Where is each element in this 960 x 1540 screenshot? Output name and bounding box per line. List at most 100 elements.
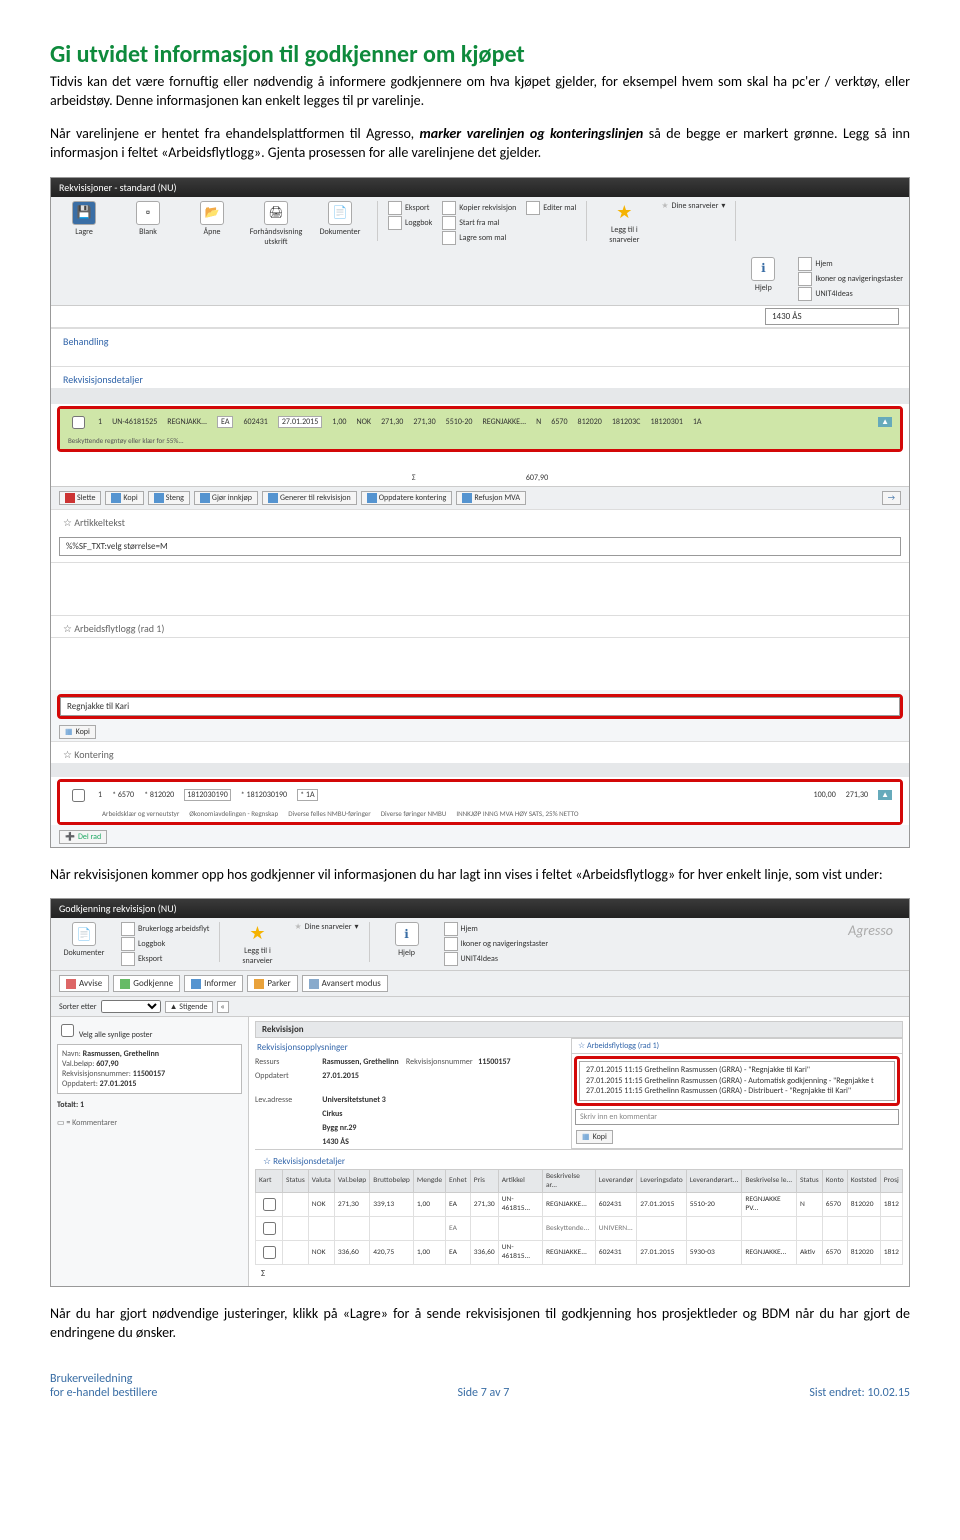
table-row[interactable]: NOK271,30339,131,00EA271,30UN-461815...R… — [256, 1192, 903, 1216]
rekvisisjon-header: Rekvisisjon — [255, 1021, 903, 1038]
expand-icon[interactable]: ▲ — [878, 790, 892, 800]
save-icon: 💾 — [72, 201, 96, 225]
velg-alle-checkbox[interactable]: Velg alle synlige poster — [57, 1030, 152, 1040]
documents-icon: 📄 — [328, 201, 352, 225]
legg-til-snarvei-button-2[interactable]: ★Legg til i snarveier — [230, 922, 284, 966]
del-rad-button[interactable]: ➕Del rad — [59, 830, 107, 844]
delete-icon — [65, 493, 75, 503]
home-icon — [444, 922, 458, 936]
editer-mal-button[interactable]: Editer mal — [526, 201, 576, 215]
ikoner-button[interactable]: Ikoner og navigeringstaster — [798, 272, 903, 286]
open-icon: 📂 — [200, 201, 224, 225]
paragraph-1: Tidvis kan det være fornuftig eller nødv… — [50, 73, 910, 111]
window-title-2: Godkjenning rekvisisjon (NU) — [51, 899, 909, 918]
idea-icon — [798, 287, 812, 301]
refusjon-button[interactable]: Refusjon MVA — [456, 491, 526, 505]
gjor-innkjop-button[interactable]: Gjør innkjøp — [194, 491, 258, 505]
hjelp-button[interactable]: ℹHjelp — [736, 257, 790, 301]
userlog-icon — [121, 922, 135, 936]
expand-icon[interactable]: ▲ — [878, 417, 892, 427]
row-checkbox[interactable] — [72, 416, 85, 429]
kontering-checkbox[interactable] — [72, 789, 85, 802]
idea-icon — [444, 952, 458, 966]
hjelp-button-2[interactable]: ℹHjelp — [380, 922, 434, 966]
slette-button[interactable]: Slette — [59, 491, 101, 505]
ikoner-button-2[interactable]: Ikoner og navigeringstaster — [444, 937, 549, 951]
screenshot-rekvisisjon: Rekvisisjoner - standard (NU) 💾Lagre ▫Bl… — [50, 177, 910, 848]
dine-snarveier-button[interactable]: ★ Dine snarveier ▾ — [661, 201, 725, 211]
address-field: 1430 ÅS — [765, 308, 899, 325]
unit4-button[interactable]: UNIT4Ideas — [798, 287, 903, 301]
section-rekvisisjonsdetaljer: Rekvisisjonsdetaljer — [51, 366, 909, 388]
highlighted-kontering: 1 * 6570 * 812020 1812030190 * 181203019… — [57, 779, 903, 825]
screenshot-godkjenning: Godkjenning rekvisisjon (NU) 📄Dokumenter… — [50, 898, 910, 1286]
brukerlogg-button[interactable]: Brukerlogg arbeidsflyt — [121, 922, 209, 936]
arrow-right-button[interactable]: → — [882, 491, 901, 505]
sort-dir-button[interactable]: ▲ Stigende — [165, 1001, 213, 1013]
export-icon — [121, 952, 135, 966]
paragraph-2: Når varelinjene er hentet fra ehandelspl… — [50, 125, 910, 163]
kopi-button-2[interactable]: ▦Kopi — [59, 725, 96, 739]
hjem-button[interactable]: Hjem — [798, 257, 903, 271]
copy-icon: ▦ — [65, 727, 73, 737]
page-footer: Brukerveiledningfor e-handel bestillere … — [50, 1372, 910, 1400]
rekvisisjonsopplysninger-label: Rekvisisjonsopplysninger — [255, 1038, 561, 1057]
oppdater-button[interactable]: Oppdatere kontering — [361, 491, 453, 505]
informer-button[interactable]: Informer — [184, 975, 243, 992]
blank-icon: ▫ — [136, 201, 160, 225]
lagre-button[interactable]: 💾Lagre — [57, 201, 111, 237]
dokumenter-button[interactable]: 📄Dokumenter — [313, 201, 367, 237]
varelinje-row[interactable]: 1 UN-46181525 REGNJAKK... EA 602431 27.0… — [60, 409, 900, 436]
loggbok-button-2[interactable]: Loggbok — [121, 937, 209, 951]
dine-snarveier-2[interactable]: ★ Dine snarveier ▾ — [294, 922, 358, 932]
detail-table: KartStatusValutaVal.beløpBruttobeløpMeng… — [255, 1169, 903, 1265]
parker-button[interactable]: Parker — [247, 975, 297, 992]
generer-button[interactable]: Generer til rekvisisjon — [262, 491, 357, 505]
kopi-button[interactable]: Kopi — [105, 491, 143, 505]
table-row[interactable]: NOK336,60420,751,00EA336,60UN-461815...R… — [256, 1240, 903, 1264]
unit4-button-2[interactable]: UNIT4Ideas — [444, 952, 549, 966]
update-icon — [367, 493, 377, 503]
hjem-button-2[interactable]: Hjem — [444, 922, 549, 936]
collapse-button[interactable]: « — [217, 1001, 229, 1013]
section-arbeidsflytlogg: ☆ Arbeidsflytlogg (rad 1) — [51, 615, 909, 637]
blank-button[interactable]: ▫Blank — [121, 201, 175, 237]
eksport-button-2[interactable]: Eksport — [121, 952, 209, 966]
avvise-button[interactable]: Avvise — [59, 975, 109, 992]
copy-icon: ▦ — [582, 1132, 590, 1142]
sum-row: Σ 607,90 — [51, 470, 909, 486]
sorter-select[interactable] — [101, 1000, 161, 1013]
agresso-logo: Agresso — [848, 922, 903, 966]
purchase-icon — [200, 493, 210, 503]
arbeidsflyt-input[interactable]: Regnjakke til Kari — [60, 697, 900, 716]
legg-til-snarvei-button[interactable]: ★Legg til i snarveier — [597, 201, 651, 245]
kontering-subtitle: Arbeidsklær og verneutstyr Økonomiavdeli… — [60, 809, 900, 822]
keyboard-icon — [798, 272, 812, 286]
kommentarer-legend: ▭ = Kommentarer — [57, 1118, 242, 1128]
artikkeltekst-input[interactable]: %%SF_TXT:velg størrelse=M — [59, 537, 901, 556]
apne-button[interactable]: 📂Åpne — [185, 201, 239, 237]
forhandsvisning-button[interactable]: 🖨Forhåndsvisning utskrift — [249, 201, 303, 247]
kopier-rekvisisjon-button[interactable]: Kopier rekvisisjon — [442, 201, 516, 215]
eksport-button[interactable]: Eksport — [388, 201, 432, 215]
kontering-row[interactable]: 1 * 6570 * 812020 1812030190 * 181203019… — [60, 782, 900, 809]
arbeidsflytlogg-header: ☆ Arbeidsflytlogg (rad 1) — [572, 1039, 902, 1054]
kommentar-input[interactable]: Skriv inn en kommentar — [575, 1109, 899, 1125]
start-fra-mal-button[interactable]: Start fra mal — [442, 216, 516, 230]
loggbok-button[interactable]: Loggbok — [388, 216, 432, 230]
section-behandling: Behandling — [51, 328, 909, 350]
row-2-faded — [51, 454, 909, 470]
kopi-button-3[interactable]: ▦Kopi — [576, 1130, 613, 1144]
sigma-row: Σ — [255, 1265, 903, 1282]
steng-button[interactable]: Steng — [148, 491, 190, 505]
section-kontering: ☆ Kontering — [51, 741, 909, 763]
approve-icon — [120, 979, 130, 989]
copy-icon — [111, 493, 121, 503]
page-heading: Gi utvidet informasjon til godkjenner om… — [50, 40, 910, 69]
dokumenter-button-2[interactable]: 📄Dokumenter — [57, 922, 111, 966]
lagre-som-mal-button[interactable]: Lagre som mal — [442, 231, 516, 245]
reject-icon — [66, 979, 76, 989]
godkjenne-button[interactable]: Godkjenne — [113, 975, 180, 992]
print-preview-icon: 🖨 — [264, 201, 288, 225]
avansert-modus-button[interactable]: Avansert modus — [302, 975, 388, 992]
